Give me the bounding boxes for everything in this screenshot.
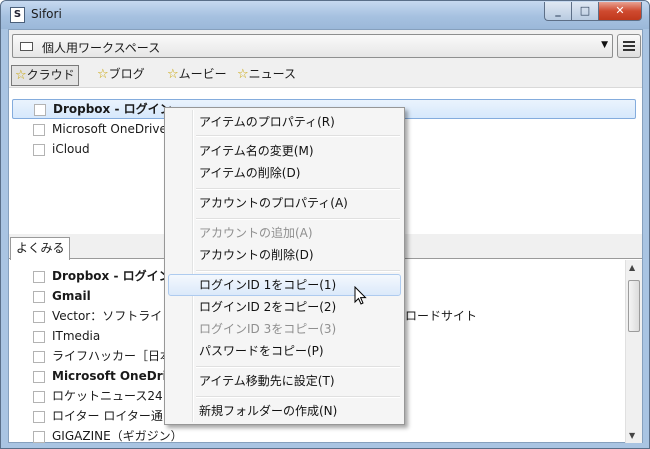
title-bar[interactable]: S Sifori _ □ ✕ (1, 1, 649, 29)
maximize-button[interactable]: □ (571, 2, 598, 21)
close-button[interactable]: ✕ (598, 2, 642, 21)
workspace-bar: 個人用ワークスペース ▼ (9, 30, 642, 64)
item-label: Microsoft OneDriv (52, 369, 175, 383)
minimize-button[interactable]: _ (544, 2, 571, 21)
hamburger-icon-line (623, 49, 635, 51)
tag-cloud[interactable]: ☆クラウド (11, 65, 79, 86)
item-label-tail: ロードサイト (405, 309, 478, 323)
item-label: ライフハッカー［日本 (52, 349, 173, 363)
tag-label: ニュース (248, 67, 297, 81)
hamburger-icon-line (623, 45, 635, 47)
menu-item-copy-login-id-3: ログインID 3をコピー(3) (199, 322, 337, 336)
menu-item-set-move-target[interactable]: アイテム移動先に設定(T) (168, 370, 401, 392)
app-icon: S (10, 7, 25, 23)
vertical-scrollbar[interactable]: ▲ ▼ (625, 260, 642, 443)
hamburger-icon (623, 41, 635, 43)
checkbox-icon (33, 124, 45, 136)
checkbox-icon (33, 391, 45, 403)
workspace-icon (20, 42, 33, 51)
menu-item-add-account: アカウントの追加(A) (199, 226, 313, 240)
checkbox-icon (33, 331, 45, 343)
tag-label: ムービー (178, 67, 227, 81)
checkbox-icon (33, 144, 45, 156)
item-label: Gmail (52, 289, 91, 303)
tag-bar: ☆クラウド ☆ブログ ☆ムービー ☆ニュース (9, 64, 642, 88)
menu-item-delete-account[interactable]: アカウントの削除(D) (168, 244, 401, 266)
caption-buttons: _ □ ✕ (544, 2, 642, 21)
checkbox-icon (33, 311, 45, 323)
item-label: Vector：ソフトライ (52, 309, 163, 323)
item-label: ITmedia (52, 329, 101, 343)
menu-item-account-properties[interactable]: アカウントのプロパティ(A) (168, 192, 401, 214)
checkbox-icon (33, 431, 45, 443)
window-title: Sifori (31, 7, 62, 21)
tag-news[interactable]: ☆ニュース (234, 65, 299, 86)
menu-item-rename-item[interactable]: アイテム名の変更(M) (168, 140, 401, 162)
item-label: Dropbox - ログイン (52, 269, 171, 283)
item-label: Microsoft OneDrive (52, 122, 167, 136)
scroll-up-arrow-icon[interactable]: ▲ (629, 263, 635, 272)
item-label: ロイター ロイター通 (52, 409, 163, 423)
star-icon: ☆ (237, 67, 249, 82)
menu-separator (196, 188, 400, 190)
workspace-dropdown[interactable]: 個人用ワークスペース ▼ (12, 34, 613, 58)
main-menu-button[interactable] (617, 34, 641, 58)
menu-separator (196, 270, 400, 272)
star-icon: ☆ (97, 67, 109, 82)
menu-item-new-folder[interactable]: 新規フォルダーの作成(N) (168, 400, 401, 422)
menu-separator (196, 366, 400, 368)
menu-separator (196, 396, 400, 398)
menu-separator (196, 218, 400, 220)
item-label: Dropbox - ログイン (53, 102, 172, 116)
tag-label: ブログ (108, 67, 145, 81)
menu-item-delete-item[interactable]: アイテムの削除(D) (168, 162, 401, 184)
tag-blog[interactable]: ☆ブログ (94, 65, 148, 86)
tag-label: クラウド (26, 68, 75, 82)
context-menu: アイテムのプロパティ(R) アイテム名の変更(M) アイテムの削除(D) アカウ… (164, 107, 405, 425)
item-label: GIGAZINE（ギガジン） (52, 429, 183, 443)
checkbox-icon (33, 411, 45, 423)
checkbox-icon (34, 104, 46, 116)
menu-item-copy-password[interactable]: パスワードをコピー(P) (168, 340, 401, 362)
checkbox-icon (33, 271, 45, 283)
menu-item-item-properties[interactable]: アイテムのプロパティ(R) (168, 111, 401, 133)
checkbox-icon (33, 351, 45, 363)
checkbox-icon (33, 291, 45, 303)
list-item[interactable]: GIGAZINE（ギガジン） (9, 427, 623, 447)
checkbox-icon (33, 371, 45, 383)
star-icon: ☆ (167, 67, 179, 82)
item-label: ロケットニュース24 (52, 389, 163, 403)
star-icon: ☆ (15, 68, 27, 83)
mouse-cursor-icon (354, 286, 367, 305)
tab-frequent[interactable]: よくみる (10, 237, 71, 260)
workspace-label: 個人用ワークスペース (42, 41, 161, 55)
chevron-down-icon: ▼ (601, 40, 608, 50)
menu-separator (196, 135, 400, 137)
item-label: iCloud (52, 142, 90, 156)
scroll-down-arrow-icon[interactable]: ▼ (629, 431, 635, 440)
scrollbar-thumb[interactable] (628, 280, 640, 332)
tag-movie[interactable]: ☆ムービー (164, 65, 230, 86)
